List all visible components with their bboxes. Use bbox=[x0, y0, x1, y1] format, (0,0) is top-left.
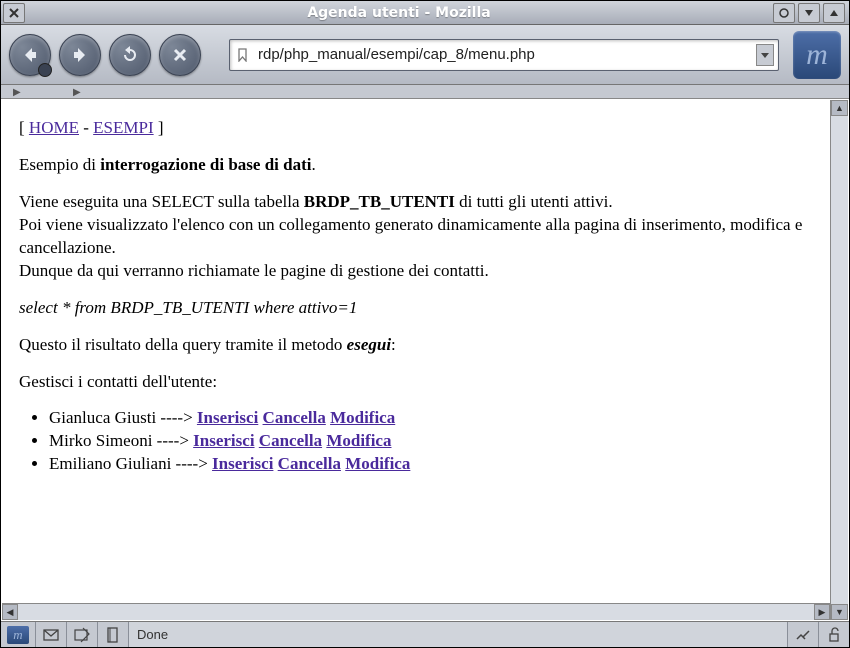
url-bar[interactable]: rdp/php_manual/esempi/cap_8/menu.php bbox=[229, 39, 779, 71]
bookmarks-toolbar: ▶ ▶ bbox=[1, 85, 849, 99]
scroll-up-button[interactable]: ▲ bbox=[831, 100, 848, 116]
link-insert[interactable]: Inserisci bbox=[197, 408, 258, 427]
compose-icon bbox=[73, 626, 91, 644]
stop-button[interactable] bbox=[159, 34, 201, 76]
tab-marker-1: ▶ bbox=[13, 87, 23, 97]
link-insert[interactable]: Inserisci bbox=[212, 454, 273, 473]
link-delete[interactable]: Cancella bbox=[278, 454, 341, 473]
window-maximize-button[interactable] bbox=[798, 3, 820, 23]
address-book-button[interactable] bbox=[98, 622, 129, 647]
url-dropdown-button[interactable] bbox=[756, 44, 774, 66]
plug-icon bbox=[794, 626, 812, 644]
user-list: Gianluca Giusti ----> Inserisci Cancella… bbox=[49, 407, 831, 476]
window-title: Agenda utenti - Mozilla bbox=[25, 5, 773, 21]
security-indicator[interactable] bbox=[819, 622, 849, 647]
mail-icon bbox=[42, 626, 60, 644]
vertical-scrollbar[interactable]: ▲ ▼ bbox=[830, 100, 848, 620]
scroll-down-button[interactable]: ▼ bbox=[831, 604, 848, 620]
scroll-right-button[interactable]: ▶ bbox=[814, 604, 830, 620]
composer-button[interactable] bbox=[67, 622, 98, 647]
window-close-button[interactable] bbox=[3, 3, 25, 23]
scroll-track[interactable] bbox=[831, 116, 848, 604]
title-bar: Agenda utenti - Mozilla bbox=[1, 1, 849, 25]
mail-button[interactable] bbox=[36, 622, 67, 647]
scroll-track[interactable] bbox=[18, 604, 814, 620]
arrow-left-icon bbox=[20, 45, 40, 65]
circle-icon bbox=[778, 7, 790, 19]
list-item: Mirko Simeoni ----> Inserisci Cancella M… bbox=[49, 430, 831, 453]
forward-button[interactable] bbox=[59, 34, 101, 76]
chevron-down-icon bbox=[760, 50, 770, 60]
link-esempi[interactable]: ESEMPI bbox=[93, 118, 153, 137]
breadcrumb: [ HOME - ESEMPI ] bbox=[19, 117, 831, 140]
stop-icon bbox=[171, 46, 189, 64]
result-intro: Questo il risultato della query tramite … bbox=[19, 334, 831, 357]
window-minimize-button[interactable] bbox=[773, 3, 795, 23]
link-insert[interactable]: Inserisci bbox=[193, 431, 254, 450]
arrow-right-icon bbox=[70, 45, 90, 65]
link-delete[interactable]: Cancella bbox=[263, 408, 326, 427]
horizontal-scrollbar[interactable]: ◀ ▶ bbox=[2, 603, 830, 620]
link-delete[interactable]: Cancella bbox=[259, 431, 322, 450]
mozilla-icon: m bbox=[7, 626, 29, 644]
back-history-dropdown[interactable] bbox=[38, 63, 52, 77]
list-item: Gianluca Giusti ----> Inserisci Cancella… bbox=[49, 407, 831, 430]
intro-paragraph: Esempio di interrogazione di base di dat… bbox=[19, 154, 831, 177]
status-text: Done bbox=[129, 622, 788, 647]
reload-button[interactable] bbox=[109, 34, 151, 76]
navigator-button[interactable]: m bbox=[1, 622, 36, 647]
lock-open-icon bbox=[825, 626, 843, 644]
scroll-left-button[interactable]: ◀ bbox=[2, 604, 18, 620]
down-triangle-icon bbox=[803, 7, 815, 19]
page-content: [ HOME - ESEMPI ] Esempio di interrogazi… bbox=[1, 99, 849, 621]
up-triangle-icon bbox=[828, 7, 840, 19]
mozilla-throbber[interactable]: m bbox=[793, 31, 841, 79]
manage-contacts-label: Gestisci i contatti dell'utente: bbox=[19, 371, 831, 394]
status-bar: m Done bbox=[1, 621, 849, 647]
description-paragraph: Viene eseguita una SELECT sulla tabella … bbox=[19, 191, 831, 283]
sql-query: select * from BRDP_TB_UTENTI where attiv… bbox=[19, 297, 831, 320]
close-icon bbox=[9, 8, 19, 18]
list-item: Emiliano Giuliani ----> Inserisci Cancel… bbox=[49, 453, 831, 476]
navigation-toolbar: rdp/php_manual/esempi/cap_8/menu.php m bbox=[1, 25, 849, 85]
link-modify[interactable]: Modifica bbox=[345, 454, 410, 473]
book-icon bbox=[104, 626, 122, 644]
link-modify[interactable]: Modifica bbox=[326, 431, 391, 450]
window-shade-button[interactable] bbox=[823, 3, 845, 23]
link-modify[interactable]: Modifica bbox=[330, 408, 395, 427]
link-home[interactable]: HOME bbox=[29, 118, 79, 137]
bookmark-icon bbox=[234, 46, 252, 64]
back-button[interactable] bbox=[9, 34, 51, 76]
reload-icon bbox=[120, 45, 140, 65]
tab-marker-2: ▶ bbox=[73, 87, 83, 97]
online-indicator[interactable] bbox=[788, 622, 819, 647]
url-text[interactable]: rdp/php_manual/esempi/cap_8/menu.php bbox=[258, 46, 752, 63]
